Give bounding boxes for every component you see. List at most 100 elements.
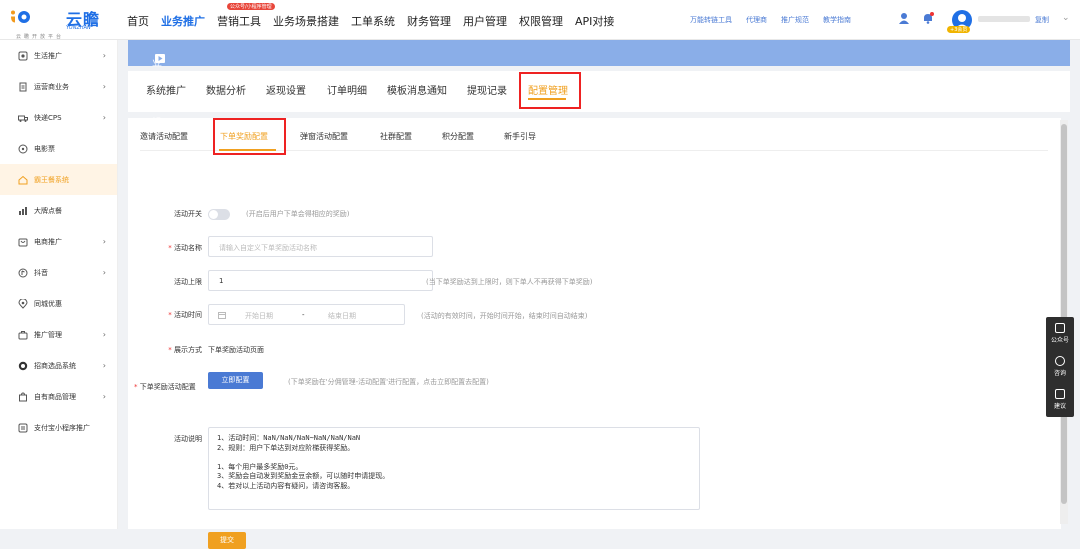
- primary-tabs: 系统推广 数据分析 返现设置 订单明细 模板消息通知 提现记录 配置管理: [128, 71, 1070, 112]
- sidebar-item-label: 推广管理: [34, 330, 62, 339]
- nav-finance[interactable]: 财务管理: [407, 13, 451, 29]
- scrollbar-thumb[interactable]: [1061, 124, 1067, 504]
- sidebar-item-label: 自有商品管理: [34, 392, 76, 401]
- chevron-down-icon[interactable]: ⌄: [1062, 13, 1070, 23]
- highlight-box: [213, 118, 286, 155]
- subtab-popup[interactable]: 弹窗活动配置: [300, 131, 348, 142]
- suggestion-button[interactable]: 建议: [1046, 383, 1074, 416]
- activity-limit-input[interactable]: 1: [208, 270, 433, 291]
- date-range-picker[interactable]: 开始日期 - 结束日期: [208, 304, 405, 325]
- activity-switch[interactable]: [208, 209, 230, 220]
- float-label: 咨询: [1053, 370, 1066, 377]
- sidebar-item-promo-mgmt[interactable]: 推广管理 ›: [0, 319, 117, 350]
- life-icon: [18, 51, 28, 61]
- nav-home[interactable]: 首页: [127, 13, 149, 29]
- sidebar-item-brand-order[interactable]: 大牌点餐: [0, 195, 117, 226]
- nav-business-promotion[interactable]: 业务推广: [161, 13, 205, 29]
- display-label: * 展示方式: [134, 345, 202, 355]
- time-label-text: 活动时间: [174, 311, 202, 319]
- start-date[interactable]: 开始日期: [245, 311, 273, 321]
- subtab-community[interactable]: 社群配置: [380, 131, 412, 142]
- chevron-right-icon: ›: [102, 237, 106, 246]
- activity-name-input[interactable]: 请输入自定义下单奖励活动名称: [208, 236, 433, 257]
- end-date[interactable]: 结束日期: [328, 311, 356, 321]
- switch-label: 活动开关: [174, 210, 202, 218]
- sidebar-item-life[interactable]: 生活推广 ›: [0, 40, 117, 71]
- tab-withdraw-records[interactable]: 提现记录: [467, 82, 507, 97]
- sidebar-item-merchant[interactable]: 招商选品系统 ›: [0, 350, 117, 381]
- top-bar: 云瞻 YUNZHAN 云瞻开放平台 首页 业务推广 营销工具 公众号/小程序管理 …: [0, 0, 1080, 40]
- display-label-text: 展示方式: [174, 346, 202, 354]
- sidebar-item-douyin[interactable]: 抖音 ›: [0, 257, 117, 288]
- config-hint: (下单奖励在'分佣管理-活动配置'进行配置，点击立即配置去配置): [288, 378, 489, 386]
- tab-template-msg[interactable]: 模板消息通知: [387, 82, 447, 97]
- limit-label: 活动上限: [174, 278, 202, 286]
- calendar-icon: [218, 312, 226, 319]
- tab-order-details[interactable]: 订单明细: [327, 82, 367, 97]
- activity-description-textarea[interactable]: 1、活动时间：NaN/NaN/NaN~NaN/NaN/NaN 2、规则：用户下单…: [208, 427, 700, 510]
- configure-now-button[interactable]: 立即配置: [208, 372, 263, 389]
- link-promo-rules[interactable]: 推广规范: [781, 15, 809, 25]
- edit-icon: [1055, 389, 1065, 399]
- username-blurred: [978, 16, 1030, 22]
- main-content: 业务推广操作演示视频 系统推广 数据分析 返现设置 订单明细 模板消息通知 提现…: [128, 40, 1070, 549]
- logo-tagline: 云瞻开放平台: [16, 34, 65, 40]
- tab-cashback[interactable]: 返现设置: [266, 82, 306, 97]
- home-icon: [18, 175, 28, 185]
- video-banner[interactable]: 业务推广操作演示视频: [128, 40, 1070, 204]
- nav-scene-builder[interactable]: 业务场景搭建: [273, 13, 339, 29]
- user-group-icon[interactable]: [898, 12, 910, 24]
- sidebar-item-operator[interactable]: 运营商业务 ›: [0, 71, 117, 102]
- sidebar-item-label: 运营商业务: [34, 82, 69, 91]
- nav-api[interactable]: API对接: [575, 13, 614, 29]
- sidebar-item-label: 霸王餐系统: [34, 175, 69, 184]
- nav-marketing-label: 营销工具: [217, 15, 261, 28]
- submit-button[interactable]: 提交: [208, 532, 246, 549]
- member-badge: +3会员: [947, 26, 971, 33]
- document-icon: [18, 82, 28, 92]
- sidebar-item-label: 抖音: [34, 268, 48, 277]
- sidebar-item-label: 招商选品系统: [34, 361, 76, 370]
- headset-icon: [1055, 356, 1065, 366]
- tab-system-promo[interactable]: 系统推广: [146, 82, 186, 97]
- official-account-button[interactable]: 公众号: [1046, 317, 1074, 350]
- truck-icon: [18, 113, 28, 123]
- link-convert-tool[interactable]: 万能转链工具: [690, 15, 732, 25]
- chart-icon: [18, 206, 28, 216]
- link-agent[interactable]: 代理商: [746, 15, 767, 25]
- sidebar-item-own-goods[interactable]: 自有商品管理 ›: [0, 381, 117, 412]
- nav-permission[interactable]: 权限管理: [519, 13, 563, 29]
- config-label-text: 下单奖励活动配置: [139, 383, 196, 391]
- chevron-right-icon: ›: [102, 392, 106, 401]
- subtab-invite[interactable]: 邀请活动配置: [140, 131, 188, 142]
- consult-button[interactable]: 咨询: [1046, 350, 1074, 383]
- logo[interactable]: 云瞻 YUNZHAN 云瞻开放平台: [10, 4, 110, 40]
- floating-service-bar: 公众号 咨询 建议: [1046, 317, 1074, 417]
- nav-marketing-tools[interactable]: 营销工具 公众号/小程序管理: [217, 3, 275, 29]
- nav-ticket-system[interactable]: 工单系统: [351, 13, 395, 29]
- film-icon: [18, 144, 28, 154]
- copy-button[interactable]: 复制: [1035, 15, 1049, 25]
- main-nav: 首页 业务推广 营销工具 公众号/小程序管理 业务场景搭建 工单系统 财务管理 用…: [127, 3, 626, 29]
- sidebar-item-local-deals[interactable]: 同城优惠: [0, 288, 117, 319]
- bell-icon[interactable]: [922, 12, 934, 24]
- sidebar-item-express[interactable]: 快递CPS ›: [0, 102, 117, 133]
- chevron-right-icon: ›: [102, 268, 106, 277]
- sidebar-item-alipay[interactable]: 支付宝小程序推广: [0, 412, 117, 443]
- subtab-points[interactable]: 积分配置: [442, 131, 474, 142]
- wechat-icon: [1055, 323, 1065, 333]
- sidebar-item-bawangcan[interactable]: 霸王餐系统: [0, 164, 117, 195]
- link-guide[interactable]: 教学指南: [823, 15, 851, 25]
- sidebar-item-label: 支付宝小程序推广: [34, 423, 90, 432]
- subtab-newbie-guide[interactable]: 新手引导: [504, 131, 536, 142]
- logo-icon: [11, 10, 30, 23]
- sidebar: 生活推广 › 运营商业务 › 快递CPS › 电影票 霸王餐系统 大牌点餐 电商推广 ›…: [0, 40, 118, 529]
- nav-badge: 公众号/小程序管理: [227, 3, 275, 10]
- tab-data-analysis[interactable]: 数据分析: [206, 82, 246, 97]
- sidebar-item-ecommerce[interactable]: 电商推广 ›: [0, 226, 117, 257]
- sidebar-item-movie[interactable]: 电影票: [0, 133, 117, 164]
- nav-user-management[interactable]: 用户管理: [463, 13, 507, 29]
- play-icon: [155, 54, 165, 63]
- name-label-text: 活动名称: [174, 244, 202, 252]
- chevron-right-icon: ›: [102, 113, 106, 122]
